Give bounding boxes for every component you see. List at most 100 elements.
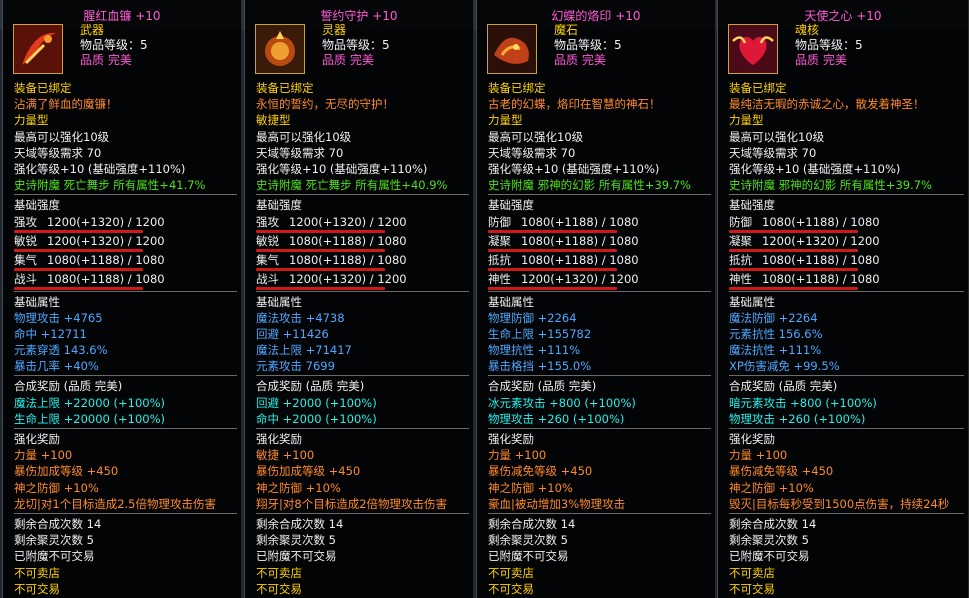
item-level: 物品等级：5: [80, 38, 148, 52]
base-attribute: 元素攻击 7699: [256, 359, 335, 374]
strength-stat-label: 抵抗: [729, 252, 752, 267]
remaining-synthesis: 剩余合成次数 14: [14, 516, 102, 531]
divider: [256, 375, 469, 377]
item-tooltip-red-scythe: 腥红血镰 +10 武器 物品等级：5 品质 完美 装备已绑定 沾满了鲜血的魔镰！…: [2, 0, 242, 598]
not-tradeable: 不可交易: [256, 581, 302, 596]
max-enhance: 最高可以强化10级: [14, 129, 110, 144]
item-level: 物品等级：5: [554, 38, 622, 52]
base-strength-title: 基础强度: [14, 198, 60, 213]
strength-stat-label: 抵抗: [488, 252, 511, 267]
strength-stat-row: 防御 1080(+1188) / 1080: [729, 214, 964, 233]
base-attribute: 物理攻击 +4765: [14, 310, 103, 325]
item-type: 敏捷型: [256, 113, 291, 128]
max-enhance: 最高可以强化10级: [256, 129, 352, 144]
strength-stat-label: 凝聚: [488, 233, 511, 248]
synthesis-bonus: 冰元素攻击 +800 (+100%): [488, 395, 636, 410]
strength-stat-row: 敏锐 1200(+1320) / 1200: [14, 233, 237, 252]
enhance-bonus: 暴伤减免等级 +450: [488, 464, 593, 479]
not-sellable: 不可卖店: [488, 565, 534, 580]
strength-stat-row: 战斗 1080(+1188) / 1080: [14, 271, 237, 290]
strength-stat-row: 神性 1200(+1320) / 1200: [488, 271, 711, 290]
strength-stat-row: 强攻 1200(+1320) / 1200: [14, 214, 237, 233]
item-category: 灵器: [322, 23, 347, 37]
synthesis-bonus-title: 合成奖励 (品质 完美): [14, 379, 123, 394]
base-attribute: 元素穿透 143.6%: [14, 343, 108, 358]
remaining-synthesis: 剩余合成次数 14: [488, 516, 576, 531]
level-requirement: 天域等级需求 70: [488, 145, 576, 160]
base-attributes-title: 基础属性: [488, 294, 534, 309]
strength-stat-value: 1080(+1188) / 1080: [762, 252, 880, 267]
max-enhance: 最高可以强化10级: [488, 129, 584, 144]
strength-stat-bar: [729, 286, 858, 290]
not-sellable: 不可卖店: [14, 565, 60, 580]
remaining-synthesis: 剩余合成次数 14: [256, 516, 344, 531]
enhance-bonus: 暴伤减免等级 +450: [729, 464, 834, 479]
base-attribute: 暴击格挡 +155.0%: [488, 359, 592, 374]
divider: [14, 428, 237, 429]
strength-stat-value: 1200(+1320) / 1200: [762, 233, 880, 248]
epic-enchant: 史诗附魔 邪神的幻影 所有属性+39.7%: [488, 178, 691, 193]
not-tradeable: 不可交易: [14, 581, 60, 596]
enhance-bonus: 神之防御 +10%: [729, 480, 814, 495]
synthesis-bonus-title: 合成奖励 (品质 完美): [256, 379, 365, 394]
item-level: 物品等级：5: [795, 38, 863, 52]
strength-stat-label: 神性: [729, 271, 752, 286]
not-sellable: 不可卖店: [729, 565, 775, 580]
strength-stat-value: 1200(+1320) / 1200: [47, 214, 165, 229]
enhance-bonus-title: 强化奖励: [14, 432, 60, 446]
base-attributes-title: 基础属性: [729, 294, 775, 309]
strength-stat-label: 战斗: [14, 271, 37, 286]
strength-stat-label: 敏锐: [14, 233, 37, 248]
strength-stat-row: 强攻 1200(+1320) / 1200: [256, 214, 469, 233]
strength-stat-label: 防御: [488, 214, 511, 229]
item-name: 誓约守护 +10: [320, 9, 398, 23]
item-type: 力量型: [729, 113, 764, 128]
strength-stat-bar: [256, 286, 385, 290]
strength-stat-value: 1080(+1188) / 1080: [47, 271, 165, 286]
synthesis-bonus-title: 合成奖励 (品质 完美): [729, 379, 838, 394]
enchanted-untradeable: 已附魔不可交易: [256, 549, 337, 564]
base-attribute: 魔法抗性 +111%: [729, 343, 822, 358]
enchanted-untradeable: 已附魔不可交易: [729, 549, 810, 564]
strength-stat-bar: [488, 286, 617, 290]
flavor-text: 永恒的誓约，无尽的守护！: [256, 97, 394, 112]
flavor-text: 古老的幻蝶，烙印在智慧的神石！: [488, 97, 661, 112]
base-attributes-title: 基础属性: [14, 294, 60, 309]
item-quality: 品质 完美: [554, 53, 606, 67]
divider: [729, 428, 964, 429]
strength-stat-row: 敏锐 1080(+1188) / 1080: [256, 233, 469, 252]
strength-stat-value: 1200(+1320) / 1200: [289, 214, 407, 229]
item-type: 力量型: [488, 113, 523, 128]
bound-status: 装备已绑定: [256, 81, 314, 95]
divider: [488, 428, 711, 429]
enhance-bonus-title: 强化奖励: [256, 432, 302, 446]
strength-stat-value: 1080(+1188) / 1080: [289, 252, 407, 267]
enhance-bonus: 神之防御 +10%: [256, 480, 341, 495]
divider: [488, 375, 711, 377]
enhance-bonus-title: 强化奖励: [488, 432, 534, 446]
item-category: 魂核: [795, 23, 820, 37]
base-attribute: 物理抗性 +111%: [488, 343, 581, 358]
enhance-bonus: 神之防御 +10%: [488, 480, 573, 495]
synthesis-bonus: 暗元素攻击 +800 (+100%): [729, 395, 877, 410]
divider: [488, 194, 711, 196]
strength-stat-bar: [14, 286, 143, 290]
item-name: 幻蝶的烙印 +10: [551, 9, 641, 23]
angel-heart-icon: [728, 24, 778, 74]
bound-status: 装备已绑定: [729, 81, 787, 95]
strength-stat-label: 强攻: [256, 214, 279, 229]
strength-stat-row: 凝聚 1080(+1188) / 1080: [488, 233, 711, 252]
enhance-bonus: 力量 +100: [729, 448, 788, 463]
strength-stat-label: 凝聚: [729, 233, 752, 248]
max-enhance: 最高可以强化10级: [729, 129, 825, 144]
strength-stat-row: 战斗 1200(+1320) / 1200: [256, 271, 469, 290]
synthesis-bonus: 回避 +2000 (+100%): [256, 395, 377, 410]
divider: [14, 512, 237, 514]
remaining-spirit: 剩余聚灵次数 5: [729, 533, 809, 548]
enhance-bonus: 神之防御 +10%: [14, 480, 99, 495]
epic-enchant: 史诗附魔 死亡舞步 所有属性+41.7%: [14, 178, 206, 193]
strength-stat-row: 凝聚 1200(+1320) / 1200: [729, 233, 964, 252]
base-attribute: 暴击几率 +40%: [14, 359, 99, 374]
special-skill: 翔牙|对8个目标造成2倍物理攻击伤害: [256, 496, 448, 511]
strength-stat-value: 1080(+1188) / 1080: [521, 252, 639, 267]
